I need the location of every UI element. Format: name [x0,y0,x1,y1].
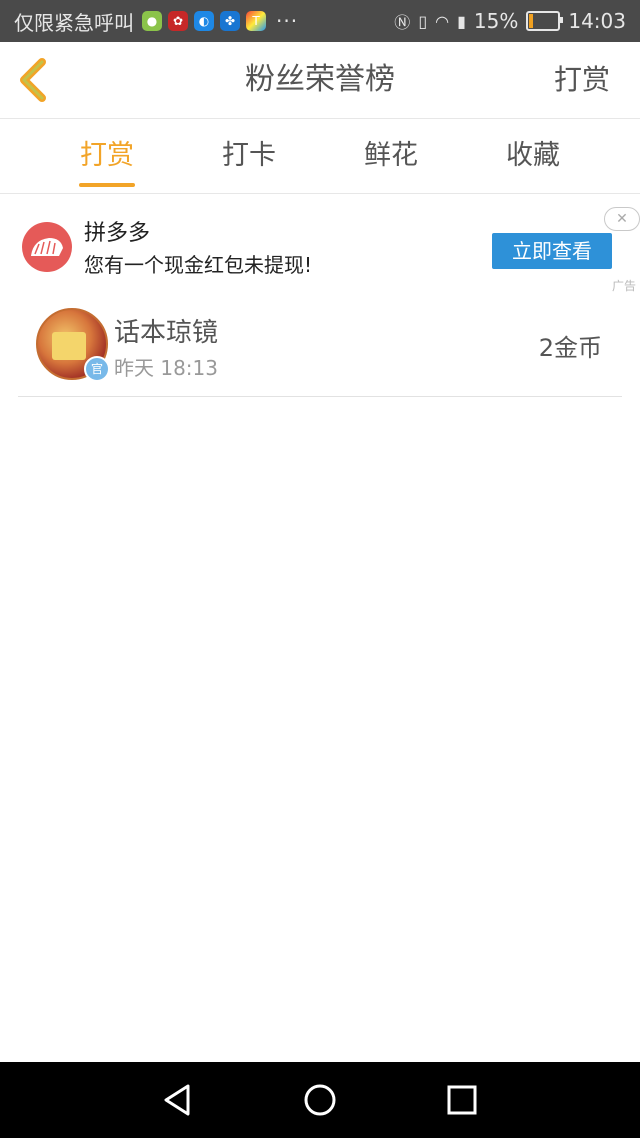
status-bar: 仅限紧急呼叫 ● ✿ ◐ ✤ T ··· Ⓝ ▯ ◠ ▮ 15% 14:03 [0,0,640,42]
official-badge: 官 [84,356,110,382]
tab-label: 打卡 [222,140,276,171]
wifi-icon: ◠ [435,11,450,31]
list-item[interactable]: 官 话本琼镜 昨天 18:13 2金币 [18,296,622,397]
home-nav-icon[interactable] [300,1080,340,1120]
navigation-bar [0,1062,640,1138]
user-name: 话本琼镜 [114,318,219,348]
more-notifications-icon: ··· [276,9,299,33]
ad-tag: 广告 [611,279,636,293]
tab-checkin[interactable]: 打卡 [178,119,320,193]
tab-label: 鲜花 [364,140,418,171]
pinduoduo-logo-icon [22,222,72,272]
nfc-icon: Ⓝ [394,13,411,32]
huawei-icon: ✿ [168,11,188,31]
reward-time: 昨天 18:13 [114,356,218,380]
tab-flowers[interactable]: 鲜花 [320,119,462,193]
ad-close-icon[interactable]: ✕ [604,207,640,231]
back-nav-icon[interactable] [158,1080,198,1120]
recents-nav-icon[interactable] [442,1080,482,1120]
tab-favorites[interactable]: 收藏 [462,119,604,193]
ad-banner[interactable]: 拼多多 您有一个现金红包未提现! 立即查看 ✕ 广告 [0,195,640,295]
battery-percent: 15% [473,9,519,33]
tab-label: 打赏 [80,140,134,171]
clock: 14:03 [568,9,626,33]
header: 粉丝荣誉榜 打赏 [0,42,640,119]
active-tab-indicator [79,183,135,187]
ad-description: 您有一个现金红包未提现! [84,253,313,277]
tab-label: 收藏 [506,140,560,171]
ad-view-button[interactable]: 立即查看 [492,233,612,269]
reward-amount: 2金币 [538,334,602,362]
carrier-label: 仅限紧急呼叫 [14,10,134,35]
app-multicolor-icon: T [246,11,266,31]
baidu-icon: ✤ [220,11,240,31]
hedgehog-icon [31,238,63,256]
battery-icon [526,11,564,31]
reward-action-button[interactable]: 打赏 [554,42,610,118]
ad-app-name: 拼多多 [84,221,151,246]
tab-reward[interactable]: 打赏 [36,119,178,193]
page-title: 粉丝荣誉榜 [245,62,395,97]
vibrate-icon: ▯ [418,11,428,31]
avatar-image [52,332,86,360]
tab-bar: 打赏 打卡 鲜花 收藏 [0,119,640,194]
wechat-icon: ● [142,11,162,31]
sim-icon: ▮ [457,11,466,31]
app-blue-icon: ◐ [194,11,214,31]
